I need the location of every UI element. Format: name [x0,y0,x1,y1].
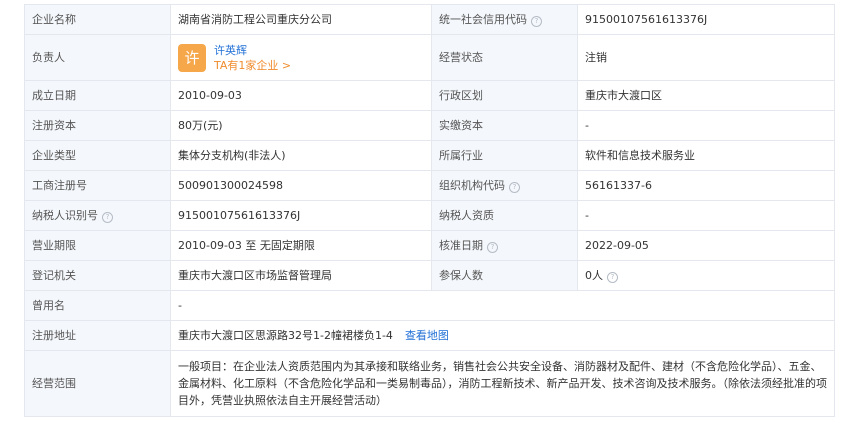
company-info-panel: 企业名称 湖南省消防工程公司重庆分公司 统一社会信用代码? 9150010756… [24,4,835,417]
value-registered-address: 重庆市大渡口区思源路32号1-2幢裙楼负1-4 查看地图 [170,320,835,351]
value-company-type: 集体分支机构(非法人) [170,140,432,171]
table-row: 注册资本 80万(元) 实缴资本 - [24,110,835,141]
value-region: 重庆市大渡口区 [577,80,835,111]
label-status: 经营状态 [431,34,578,81]
label-industry: 所属行业 [431,140,578,171]
label-company-name: 企业名称 [24,4,171,35]
value-insured-count: 0人? [577,260,835,291]
table-row: 曾用名 - [24,290,835,321]
label-insured-count: 参保人数 [431,260,578,291]
table-row: 成立日期 2010-09-03 行政区划 重庆市大渡口区 [24,80,835,111]
value-status: 注销 [577,34,835,81]
table-row: 纳税人识别号? 91500107561613376J 纳税人资质 - [24,200,835,231]
value-credit-code: 91500107561613376J [577,4,835,35]
person-info: 许英辉 TA有1家企业 > [214,43,291,73]
value-approval-date: 2022-09-05 [577,230,835,261]
help-icon[interactable]: ? [102,211,113,223]
table-row: 登记机关 重庆市大渡口区市场监督管理局 参保人数 0人? [24,260,835,291]
value-business-term: 2010-09-03 至 无固定期限 [170,230,432,261]
help-icon[interactable]: ? [607,271,618,283]
label-company-type: 企业类型 [24,140,171,171]
label-registration-number: 工商注册号 [24,170,171,201]
help-icon[interactable]: ? [509,181,520,193]
value-org-code: 56161337-6 [577,170,835,201]
label-credit-code: 统一社会信用代码? [431,4,578,35]
value-business-scope: 一般项目：在企业法人资质范围内为其承接和联络业务，销售社会公共安全设备、消防器材… [170,350,835,417]
value-registration-number: 500901300024598 [170,170,432,201]
value-legal-person: 许许英辉 TA有1家企业 > [170,34,432,81]
help-icon[interactable]: ? [487,241,498,253]
table-row: 营业期限 2010-09-03 至 无固定期限 核准日期? 2022-09-05 [24,230,835,261]
label-registration-authority: 登记机关 [24,260,171,291]
value-taxpayer-id: 91500107561613376J [170,200,432,231]
value-taxpayer-qualification: - [577,200,835,231]
label-paid-capital: 实缴资本 [431,110,578,141]
label-legal-person: 负责人 [24,34,171,81]
help-icon[interactable]: ? [531,15,542,27]
company-info-table: 企业名称 湖南省消防工程公司重庆分公司 统一社会信用代码? 9150010756… [24,4,835,417]
value-registration-authority: 重庆市大渡口区市场监督管理局 [170,260,432,291]
label-taxpayer-id: 纳税人识别号? [24,200,171,231]
label-established-date: 成立日期 [24,80,171,111]
label-region: 行政区划 [431,80,578,111]
value-registered-capital: 80万(元) [170,110,432,141]
value-industry: 软件和信息技术服务业 [577,140,835,171]
label-approval-date: 核准日期? [431,230,578,261]
table-row: 经营范围 一般项目：在企业法人资质范围内为其承接和联络业务，销售社会公共安全设备… [24,350,835,417]
label-former-name: 曾用名 [24,290,171,321]
table-row: 工商注册号 500901300024598 组织机构代码? 56161337-6 [24,170,835,201]
view-map-link[interactable]: 查看地图 [405,329,449,342]
label-registered-address: 注册地址 [24,320,171,351]
table-row: 负责人 许许英辉 TA有1家企业 > 经营状态 注销 [24,34,835,81]
label-taxpayer-qualification: 纳税人资质 [431,200,578,231]
table-row: 企业类型 集体分支机构(非法人) 所属行业 软件和信息技术服务业 [24,140,835,171]
label-business-scope: 经营范围 [24,350,171,417]
label-business-term: 营业期限 [24,230,171,261]
person-name-link[interactable]: 许英辉 [214,44,247,57]
value-paid-capital: - [577,110,835,141]
person-companies-link[interactable]: TA有1家企业 > [214,59,291,72]
table-row: 注册地址 重庆市大渡口区思源路32号1-2幢裙楼负1-4 查看地图 [24,320,835,351]
label-registered-capital: 注册资本 [24,110,171,141]
value-established-date: 2010-09-03 [170,80,432,111]
table-row: 企业名称 湖南省消防工程公司重庆分公司 统一社会信用代码? 9150010756… [24,4,835,35]
avatar[interactable]: 许 [178,43,206,72]
value-company-name: 湖南省消防工程公司重庆分公司 [170,4,432,35]
value-former-name: - [170,290,835,321]
label-org-code: 组织机构代码? [431,170,578,201]
